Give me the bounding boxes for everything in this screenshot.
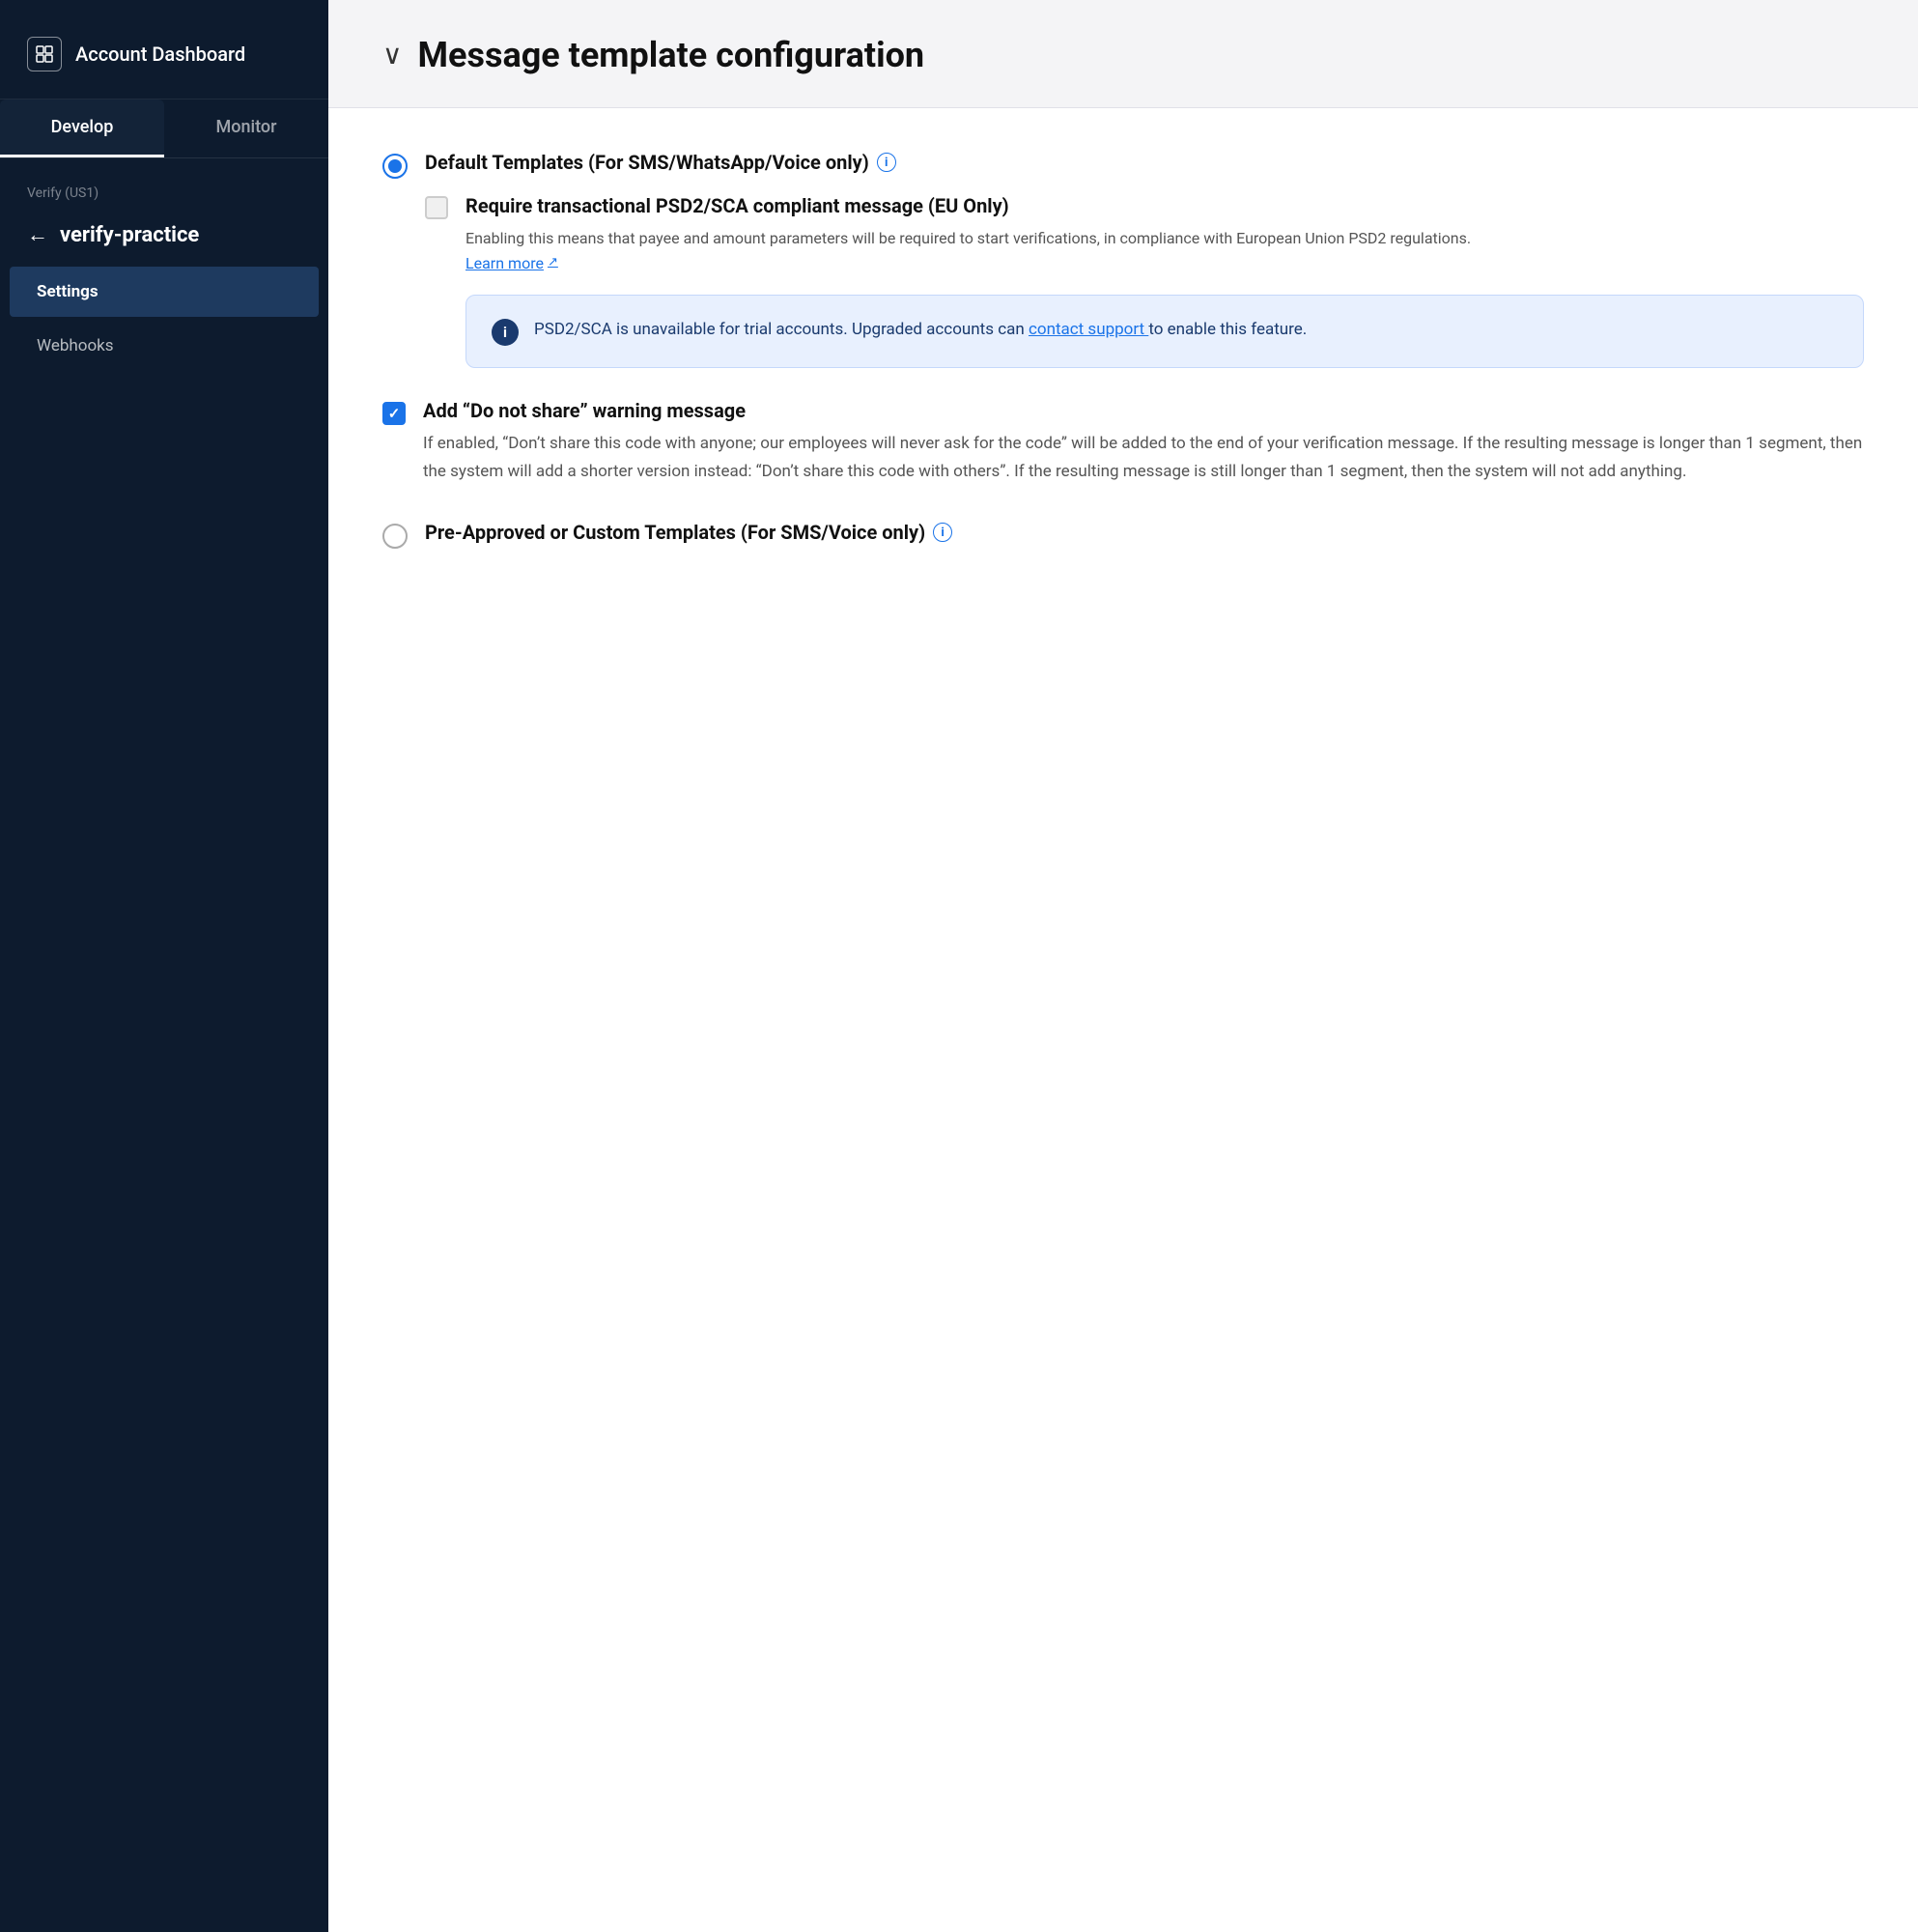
chevron-icon[interactable]: ∨ xyxy=(382,39,403,71)
default-templates-title: Default Templates (For SMS/WhatsApp/Voic… xyxy=(425,151,1864,174)
tab-monitor[interactable]: Monitor xyxy=(164,99,328,157)
do-not-share-label-block: Add “Do not share” warning message If en… xyxy=(423,399,1864,486)
psd2-description: Enabling this means that payee and amoun… xyxy=(465,226,1864,275)
sidebar-tabs: Develop Monitor xyxy=(0,99,328,158)
default-templates-option: Default Templates (For SMS/WhatsApp/Voic… xyxy=(382,151,1864,368)
sidebar-header: Account Dashboard xyxy=(0,0,328,99)
pre-approved-label-block: Pre-Approved or Custom Templates (For SM… xyxy=(425,521,1864,544)
sidebar-section-label: Verify (US1) xyxy=(0,158,328,213)
dashboard-icon xyxy=(27,37,62,71)
section-title: Message template configuration xyxy=(418,35,925,76)
sidebar-item-settings[interactable]: Settings xyxy=(10,267,319,317)
learn-more-link[interactable]: Learn more ↗ xyxy=(465,251,558,276)
psd2-title: Require transactional PSD2/SCA compliant… xyxy=(465,193,1864,218)
pre-approved-radio[interactable] xyxy=(382,524,408,549)
content-area: Default Templates (For SMS/WhatsApp/Voic… xyxy=(328,108,1918,607)
psd2-checkbox[interactable] xyxy=(425,196,448,219)
sidebar: Account Dashboard Develop Monitor Verify… xyxy=(0,0,328,1932)
info-alert-icon: i xyxy=(492,319,519,346)
default-templates-label-block: Default Templates (For SMS/WhatsApp/Voic… xyxy=(425,151,1864,368)
psd2-option: Require transactional PSD2/SCA compliant… xyxy=(425,193,1864,368)
info-alert-text: PSD2/SCA is unavailable for trial accoun… xyxy=(534,317,1307,343)
sidebar-back-button[interactable]: ← verify-practice xyxy=(0,213,328,265)
pre-approved-option: Pre-Approved or Custom Templates (For SM… xyxy=(382,521,1864,549)
do-not-share-description: If enabled, “Don’t share this code with … xyxy=(423,430,1864,486)
section-header: ∨ Message template configuration xyxy=(328,0,1918,108)
contact-support-link[interactable]: contact support xyxy=(1029,320,1148,339)
pre-approved-info-icon[interactable]: i xyxy=(933,523,952,542)
psd2-info-alert: i PSD2/SCA is unavailable for trial acco… xyxy=(465,295,1864,368)
external-link-icon: ↗ xyxy=(548,253,558,273)
tab-develop[interactable]: Develop xyxy=(0,99,164,157)
do-not-share-option: Add “Do not share” warning message If en… xyxy=(382,399,1864,486)
psd2-label-block: Require transactional PSD2/SCA compliant… xyxy=(465,193,1864,368)
default-templates-radio[interactable] xyxy=(382,154,408,179)
pre-approved-title: Pre-Approved or Custom Templates (For SM… xyxy=(425,521,1864,544)
sidebar-item-webhooks[interactable]: Webhooks xyxy=(10,321,319,371)
sidebar-back-label: verify-practice xyxy=(60,223,199,247)
default-templates-info-icon[interactable]: i xyxy=(877,153,896,172)
do-not-share-title: Add “Do not share” warning message xyxy=(423,399,1864,422)
back-arrow-icon: ← xyxy=(27,222,48,247)
main-content: ∨ Message template configuration Default… xyxy=(328,0,1918,1932)
sidebar-title: Account Dashboard xyxy=(75,43,245,66)
do-not-share-checkbox[interactable] xyxy=(382,402,406,425)
